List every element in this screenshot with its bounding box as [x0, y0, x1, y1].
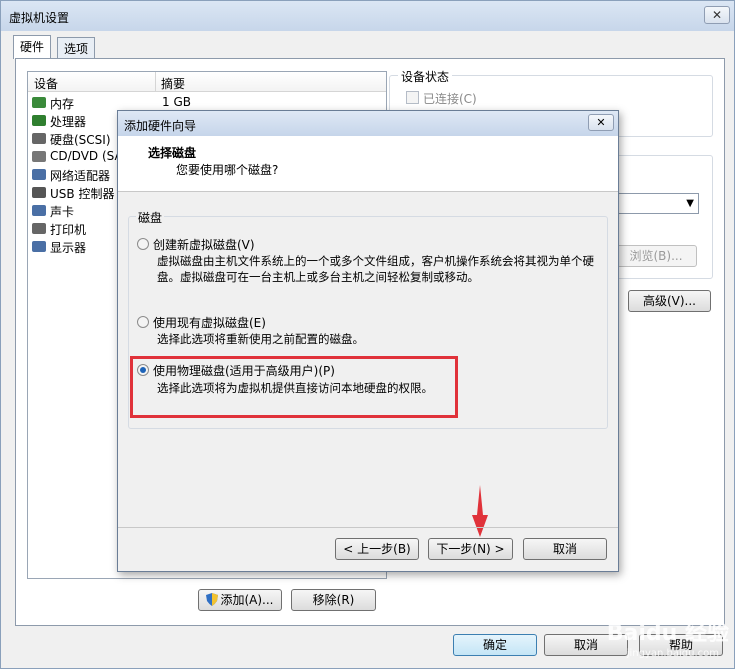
- device-name: 声卡: [50, 205, 75, 219]
- shield-icon: [206, 592, 219, 606]
- wizard-titlebar[interactable]: 添加硬件向导 ✕: [118, 111, 618, 136]
- connection-dropdown[interactable]: ▼: [613, 193, 699, 214]
- device-name: USB 控制器: [50, 187, 115, 201]
- tab-options[interactable]: 选项: [57, 37, 96, 58]
- browse-button[interactable]: 浏览(B)...: [615, 245, 697, 267]
- radio-create-new-disk[interactable]: [137, 238, 149, 250]
- device-name: 显示器: [50, 241, 87, 255]
- device-name: 硬盘(SCSI): [50, 133, 111, 147]
- close-icon[interactable]: ✕: [704, 6, 730, 24]
- option-physical-label[interactable]: 使用物理磁盘(适用于高级用户)(P): [153, 362, 335, 379]
- harddisk-icon: [32, 133, 46, 144]
- device-name: 内存: [50, 97, 75, 111]
- column-separator[interactable]: [155, 72, 156, 92]
- window-titlebar[interactable]: 虚拟机设置 ✕: [1, 1, 734, 31]
- network-icon: [32, 169, 46, 180]
- option-existing-desc: 选择此选项将重新使用之前配置的磁盘。: [157, 332, 364, 346]
- add-label: 添加(A)...: [220, 593, 274, 607]
- device-name: CD/DVD (SA: [50, 149, 123, 163]
- red-arrow-annotation: [472, 485, 488, 537]
- advanced-button[interactable]: 高级(V)...: [628, 290, 711, 312]
- window-title: 虚拟机设置: [9, 11, 70, 25]
- monitor-icon: [32, 241, 46, 252]
- back-button[interactable]: < 上一步(B): [335, 538, 419, 560]
- wizard-heading: 选择磁盘: [148, 146, 197, 160]
- tab-hardware[interactable]: 硬件: [13, 35, 52, 59]
- wizard-separator: [118, 527, 618, 528]
- option-create-new-label[interactable]: 创建新虚拟磁盘(V): [153, 236, 255, 253]
- cpu-icon: [32, 115, 46, 126]
- column-header-summary[interactable]: 摘要: [161, 75, 185, 92]
- cdrom-icon: [32, 151, 46, 162]
- option-existing-label[interactable]: 使用现有虚拟磁盘(E): [153, 314, 266, 331]
- radio-use-existing-disk[interactable]: [137, 316, 149, 328]
- device-name: 处理器: [50, 115, 87, 129]
- column-header-device[interactable]: 设备: [34, 75, 58, 92]
- memory-icon: [32, 97, 46, 108]
- chevron-down-icon: ▼: [686, 198, 694, 209]
- wizard-close-icon[interactable]: ✕: [588, 114, 614, 131]
- add-hardware-button[interactable]: 添加(A)...: [198, 589, 282, 611]
- connected-checkbox[interactable]: [406, 91, 419, 104]
- device-name: 打印机: [50, 223, 87, 237]
- option-create-new-desc: 虚拟磁盘由主机文件系统上的一个或多个文件组成，客户机操作系统会将其视为单个硬盘。…: [157, 254, 594, 284]
- device-status-title: 设备状态: [398, 68, 453, 85]
- connected-label: 已连接(C): [423, 92, 477, 106]
- printer-icon: [32, 223, 46, 234]
- option-physical-desc: 选择此选项将为虚拟机提供直接访问本地硬盘的权限。: [157, 381, 433, 395]
- wizard-title: 添加硬件向导: [124, 119, 197, 133]
- remove-hardware-button[interactable]: 移除(R): [291, 589, 376, 611]
- usb-icon: [32, 187, 46, 198]
- wizard-cancel-button[interactable]: 取消: [523, 538, 607, 560]
- speaker-icon: [32, 205, 46, 216]
- wizard-header: 选择磁盘 您要使用哪个磁盘?: [118, 136, 618, 192]
- device-list-header: 设备 摘要: [28, 72, 386, 92]
- disk-group-title: 磁盘: [136, 209, 165, 226]
- next-button[interactable]: 下一步(N) >: [428, 538, 513, 560]
- watermark-sub: jingyan.baidu.com: [626, 648, 719, 659]
- add-hardware-wizard: 添加硬件向导 ✕ 选择磁盘 您要使用哪个磁盘? 磁盘 创建新虚拟磁盘(V) 虚拟…: [117, 110, 619, 572]
- wizard-subheading: 您要使用哪个磁盘?: [176, 163, 279, 177]
- device-summary: 1 GB: [162, 95, 191, 109]
- device-name: 网络适配器: [50, 169, 111, 183]
- ok-button[interactable]: 确定: [453, 634, 537, 656]
- radio-use-physical-disk[interactable]: [137, 364, 149, 376]
- watermark: Baidu 经验: [606, 621, 729, 646]
